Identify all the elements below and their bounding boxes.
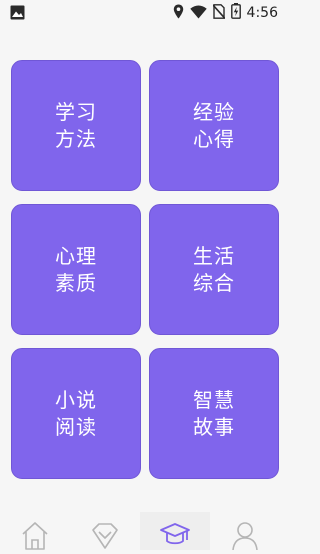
nav-profile[interactable]	[210, 512, 280, 551]
graduation-cap-icon	[159, 520, 191, 554]
tile-psychology[interactable]: 心理 素质	[11, 204, 141, 335]
tile-label: 智慧 故事	[193, 387, 235, 439]
nav-learning[interactable]	[140, 512, 210, 550]
tile-label: 小说 阅读	[55, 387, 97, 439]
tile-novels[interactable]: 小说 阅读	[11, 348, 141, 479]
tile-label: 心理 素质	[55, 243, 97, 295]
tile-label: 经验 心得	[193, 99, 235, 151]
profile-icon	[230, 520, 260, 554]
tile-label: 学习 方法	[55, 99, 97, 151]
diamond-icon	[89, 520, 121, 554]
tile-label: 生活 综合	[193, 243, 235, 295]
tile-study-methods[interactable]: 学习 方法	[11, 60, 141, 191]
category-grid: 学习 方法 经验 心得 心理 素质 生活 综合 小说 阅读 智慧 故事	[0, 0, 280, 500]
tile-wisdom-stories[interactable]: 智慧 故事	[149, 348, 279, 479]
tile-experience[interactable]: 经验 心得	[149, 60, 279, 191]
nav-home[interactable]	[0, 512, 70, 550]
home-icon	[20, 520, 50, 554]
nav-diamond[interactable]	[70, 512, 140, 550]
tile-life[interactable]: 生活 综合	[149, 204, 279, 335]
bottom-nav	[0, 512, 280, 551]
